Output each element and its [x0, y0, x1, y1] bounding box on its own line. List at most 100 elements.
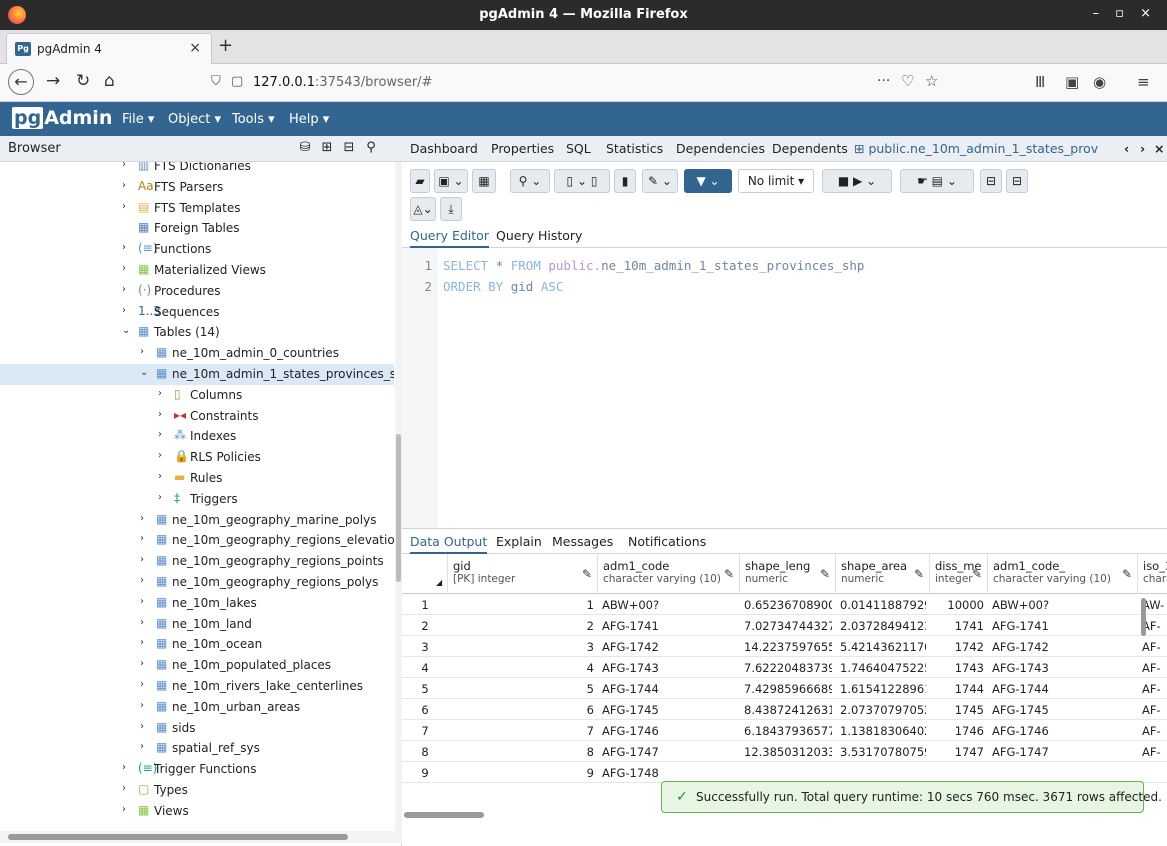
table-cell[interactable]: AFG-1746 [602, 724, 736, 738]
copy-icon[interactable]: ▯ ⌄ ▯ [554, 169, 610, 193]
filtered-rows-icon[interactable]: ⊟ [340, 140, 358, 158]
table-cell[interactable]: AFG-1745 [602, 703, 736, 717]
select-all-icon[interactable]: ◢ [436, 578, 442, 587]
expand-chevron-icon[interactable]: › [122, 284, 126, 295]
download-icon[interactable]: ⤓ [440, 197, 462, 221]
expand-chevron-icon[interactable]: › [122, 783, 126, 794]
tab-query-tool[interactable]: ⊞ public.ne_10m_admin_1_states_prov [854, 141, 1098, 156]
menu-file[interactable]: File ▾ [122, 112, 154, 127]
tab-query-editor[interactable]: Query Editor [410, 228, 489, 248]
expand-chevron-icon[interactable]: › [158, 450, 162, 461]
table-cell[interactable]: 5 [452, 682, 594, 696]
edit-column-icon[interactable]: ✎ [914, 567, 924, 581]
grid-vscroll-thumb[interactable] [1141, 598, 1146, 636]
tree-scroll-thumb[interactable] [396, 434, 401, 582]
table-cell[interactable]: 6.18437936577 [744, 724, 832, 738]
table-cell[interactable]: 7.42985966689 [744, 682, 832, 696]
sidebar-icon[interactable]: ▣ [1065, 73, 1079, 91]
find-replace-icon[interactable]: ▦ [472, 169, 496, 193]
column-header[interactable]: shape_area numeric ✎ [836, 554, 930, 594]
table-cell[interactable]: 14.2237597655 [744, 640, 832, 654]
tab-dependencies[interactable]: Dependencies [676, 141, 765, 156]
column-header[interactable]: shape_leng numeric ✎ [740, 554, 836, 594]
column-header[interactable]: diss_me integer ✎ [930, 554, 988, 594]
tree-item[interactable]: › ▦ ne_10m_populated_places [0, 655, 394, 676]
table-cell[interactable]: 0.652367089006 [744, 598, 832, 612]
tab-query-history[interactable]: Query History [496, 228, 582, 243]
tree-item[interactable]: › ▦ ne_10m_land [0, 614, 394, 635]
hamburger-menu-icon[interactable]: ≡ [1137, 73, 1150, 91]
tree-item[interactable]: › ▦ Views [0, 801, 394, 822]
tab-dependents[interactable]: Dependents [772, 141, 848, 156]
find-icon[interactable]: ⚲ ⌄ [510, 169, 550, 193]
table-cell[interactable]: 9 [452, 766, 594, 780]
tab-explain[interactable]: Explain [496, 534, 542, 549]
table-cell[interactable]: 2.07370797052 [840, 703, 926, 717]
limit-select[interactable]: No limit ▾ [738, 169, 814, 193]
tree-item[interactable]: › ▦ ne_10m_admin_0_countries [0, 343, 394, 364]
table-cell[interactable]: ABW+00? [992, 598, 1134, 612]
table-cell[interactable]: AFG-1741 [992, 619, 1134, 633]
column-header[interactable]: gid [PK] integer ✎ [448, 554, 598, 594]
table-cell[interactable]: AFG-1742 [602, 640, 736, 654]
expand-chevron-icon[interactable]: › [122, 201, 126, 212]
column-header[interactable]: adm1_code character varying (10) ✎ [598, 554, 740, 594]
table-cell[interactable]: AFG-1743 [992, 661, 1134, 675]
open-file-icon[interactable]: ▰ [410, 169, 430, 193]
bookmark-star-icon[interactable]: ☆ [925, 72, 938, 90]
table-cell[interactable]: AFG-1748 [602, 766, 736, 780]
tab-dashboard[interactable]: Dashboard [410, 141, 478, 156]
tree-horizontal-scrollbar[interactable] [0, 831, 402, 843]
tree-item[interactable]: › ▦ ne_10m_geography_regions_points [0, 551, 394, 572]
forward-icon[interactable]: → [46, 71, 60, 91]
browser-tab-pgadmin[interactable]: Pg pgAdmin 4 × [6, 33, 212, 64]
expand-chevron-icon[interactable]: › [122, 263, 126, 274]
tab-sql[interactable]: SQL [566, 141, 591, 156]
page-actions-icon[interactable]: ··· [877, 73, 890, 89]
tree-item[interactable]: › (≡) Functions [0, 239, 394, 260]
clear-icon[interactable]: ◬⌄ [410, 197, 436, 221]
back-icon[interactable]: ← [8, 69, 34, 95]
library-icon[interactable]: Ⅲ [1035, 73, 1045, 91]
reload-icon[interactable]: ↻ [76, 71, 90, 91]
table-row[interactable]: 9 9 AFG-1748 [402, 762, 1167, 783]
expand-chevron-icon[interactable]: › [140, 700, 144, 711]
table-cell[interactable]: AFG-1746 [992, 724, 1134, 738]
table-cell[interactable]: 1744 [934, 682, 984, 696]
table-cell[interactable]: 8.43872412631 [744, 703, 832, 717]
query-tool-icon[interactable]: ⛁ [296, 140, 314, 158]
tree-item[interactable]: › ⁂ Indexes [0, 426, 394, 447]
table-cell[interactable]: 12.3850312033 [744, 745, 832, 759]
table-cell[interactable]: 2.03728494123 [840, 619, 926, 633]
tree-item[interactable]: › ‡ Triggers [0, 489, 394, 510]
table-row[interactable]: 2 2 AFG-1741 7.02734744327 2.03728494123 1741… [402, 615, 1167, 636]
window-controls[interactable]: – ▫ × [1093, 6, 1157, 21]
expand-chevron-icon[interactable]: › [122, 180, 126, 191]
page-info-icon[interactable]: ▢ [231, 74, 243, 89]
tree-vertical-scrollbar[interactable] [395, 162, 402, 842]
tree-item[interactable]: ⌄ ▦ Tables (14) [0, 322, 394, 343]
tree-item[interactable]: › 1..3 Sequences [0, 302, 394, 323]
tree-item[interactable]: › ▸◂ Constraints [0, 406, 394, 427]
account-icon[interactable]: ◉ [1093, 73, 1106, 91]
expand-chevron-icon[interactable]: › [140, 617, 144, 628]
tree-item[interactable]: › ▦ ne_10m_urban_areas [0, 697, 394, 718]
table-row[interactable]: 7 7 AFG-1746 6.18437936577 1.13818306402 1746… [402, 720, 1167, 741]
table-cell[interactable]: 10000 [934, 598, 984, 612]
table-row[interactable]: 4 4 AFG-1743 7.62220483739 1.74640475225 1743… [402, 657, 1167, 678]
tree-item[interactable]: › ▦ ne_10m_geography_regions_elevation_poi… [0, 530, 394, 551]
edit-column-icon[interactable]: ✎ [972, 567, 982, 581]
edit-column-icon[interactable]: ✎ [820, 567, 830, 581]
expand-chevron-icon[interactable]: › [158, 492, 162, 503]
tree-item[interactable]: › (≡) Trigger Functions [0, 759, 394, 780]
tab-scroll-right-icon[interactable]: › [1140, 141, 1145, 156]
table-cell[interactable]: AFG-1747 [602, 745, 736, 759]
table-row[interactable]: 1 1 ABW+00? 0.652367089006 0.0141188792903 10… [402, 594, 1167, 615]
tree-hscroll-thumb[interactable] [8, 834, 348, 840]
grid-hscroll-thumb[interactable] [404, 812, 484, 818]
tab-scroll-left-icon[interactable]: ‹ [1124, 141, 1129, 156]
expand-chevron-icon[interactable]: › [158, 388, 162, 399]
table-row[interactable]: 6 6 AFG-1745 8.43872412631 2.07370797052 1745… [402, 699, 1167, 720]
expand-chevron-icon[interactable]: › [140, 596, 144, 607]
expand-chevron-icon[interactable]: › [140, 346, 144, 357]
